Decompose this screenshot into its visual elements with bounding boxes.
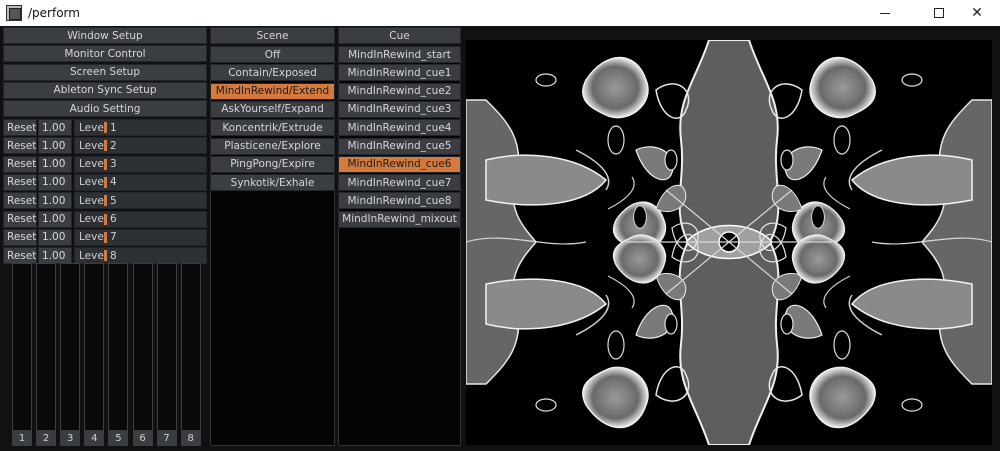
level-slider[interactable]: Level 8 — [74, 247, 207, 265]
audio-meter-label: 1 — [12, 431, 32, 446]
reset-button[interactable]: Reset — [3, 137, 37, 155]
window-title: /perform — [28, 6, 80, 20]
audio-meter — [12, 263, 32, 431]
audio-meter — [132, 263, 153, 431]
level-slider[interactable]: Level 6 — [74, 210, 207, 228]
level-slider-label: Level 1 — [79, 121, 117, 134]
level-slider[interactable]: Level 1 — [74, 119, 207, 136]
level-value-field[interactable]: 1.00 — [38, 192, 72, 210]
level-value-field[interactable]: 1.00 — [38, 173, 72, 191]
reset-button[interactable]: Reset — [3, 192, 37, 210]
scene-header: Scene — [210, 27, 335, 44]
level-slider-handle[interactable] — [104, 122, 107, 133]
reset-button[interactable]: Reset — [3, 228, 37, 246]
kaleidoscope-image — [466, 40, 992, 445]
level-slider-handle[interactable] — [104, 213, 107, 225]
ableton-sync-setup-button[interactable]: Ableton Sync Setup — [3, 81, 207, 99]
app-icon — [6, 5, 22, 21]
reset-button[interactable]: Reset — [3, 155, 37, 173]
scene-item-plasticene-explore[interactable]: Plasticene/Explore — [210, 137, 335, 155]
scene-item-askyourself-expand[interactable]: AskYourself/Expand — [210, 100, 335, 118]
reset-button[interactable]: Reset — [3, 210, 37, 228]
audio-meter — [156, 263, 177, 431]
close-button[interactable]: ✕ — [954, 0, 1000, 26]
cue-item-mindinrewind-cue4[interactable]: MindInRewind_cue4 — [338, 119, 461, 137]
level-slider-handle[interactable] — [104, 195, 107, 207]
level-slider-handle[interactable] — [104, 140, 107, 152]
level-slider[interactable]: Level 5 — [74, 192, 207, 210]
title-bar: /perform ✕ — [0, 0, 1000, 26]
cue-item-mindinrewind-cue3[interactable]: MindInRewind_cue3 — [338, 100, 461, 118]
close-icon: ✕ — [971, 5, 983, 21]
main-area: Window Setup Monitor Control Screen Setup A… — [0, 26, 1000, 451]
cue-item-mindinrewind-mixout[interactable]: MindInRewind_mixout — [338, 210, 461, 228]
window-setup-button[interactable]: Window Setup — [3, 27, 207, 44]
level-slider-label: Level 4 — [79, 176, 117, 189]
level-slider[interactable]: Level 3 — [74, 155, 207, 173]
level-value-field[interactable]: 1.00 — [38, 228, 72, 246]
cue-item-mindinrewind-cue6[interactable]: MindInRewind_cue6 — [338, 155, 461, 173]
audio-meter — [84, 263, 105, 431]
cue-item-mindinrewind-cue1[interactable]: MindInRewind_cue1 — [338, 64, 461, 82]
level-slider[interactable]: Level 2 — [74, 137, 207, 155]
cue-item-mindinrewind-cue5[interactable]: MindInRewind_cue5 — [338, 137, 461, 155]
level-slider-handle[interactable] — [104, 231, 107, 243]
level-slider[interactable]: Level 7 — [74, 228, 207, 246]
level-value-field[interactable]: 1.00 — [38, 119, 72, 136]
cue-item-mindinrewind-cue2[interactable]: MindInRewind_cue2 — [338, 82, 461, 100]
level-slider-label: Level 2 — [79, 139, 117, 152]
reset-button[interactable]: Reset — [3, 247, 37, 265]
level-value-field[interactable]: 1.00 — [38, 247, 72, 265]
reset-button[interactable]: Reset — [3, 173, 37, 191]
minimize-button[interactable] — [862, 0, 908, 26]
scene-item-koncentrik-extrude[interactable]: Koncentrik/Extrude — [210, 119, 335, 137]
scene-item-contain-exposed[interactable]: Contain/Exposed — [210, 64, 335, 82]
audio-meter — [108, 263, 129, 431]
level-slider-handle[interactable] — [104, 176, 107, 188]
audio-meter-label: 6 — [132, 431, 153, 446]
cue-header: Cue — [338, 27, 461, 44]
audio-meter-label: 7 — [156, 431, 177, 446]
level-slider-handle[interactable] — [104, 250, 107, 262]
audio-meter-label: 2 — [36, 431, 57, 446]
audio-setting-button[interactable]: Audio Setting — [3, 100, 207, 118]
audio-meter-label: 3 — [60, 431, 81, 446]
maximize-icon — [934, 8, 944, 18]
cue-item-mindinrewind-cue7[interactable]: MindInRewind_cue7 — [338, 174, 461, 192]
level-slider[interactable]: Level 4 — [74, 173, 207, 191]
reset-button[interactable]: Reset — [3, 119, 37, 136]
audio-meter-label: 5 — [108, 431, 129, 446]
audio-meter — [36, 263, 57, 431]
monitor-control-button[interactable]: Monitor Control — [3, 45, 207, 63]
scene-item-synkotik-exhale[interactable]: Synkotik/Exhale — [210, 174, 335, 192]
level-slider-label: Level 7 — [79, 231, 117, 244]
audio-meter — [60, 263, 81, 431]
audio-meter — [180, 263, 201, 431]
visual-output — [466, 40, 992, 445]
level-slider-label: Level 3 — [79, 158, 117, 171]
audio-meter-label: 8 — [180, 431, 201, 446]
level-slider-label: Level 8 — [79, 249, 117, 262]
level-slider-handle[interactable] — [104, 158, 107, 170]
scene-item-mindinrewind-extend[interactable]: MindInRewind/Extend — [210, 82, 335, 100]
cue-item-mindinrewind-start[interactable]: MindInRewind_start — [338, 46, 461, 63]
level-value-field[interactable]: 1.00 — [38, 137, 72, 155]
screen-setup-button[interactable]: Screen Setup — [3, 63, 207, 81]
audio-meter-label: 4 — [84, 431, 105, 446]
scene-item-pingpong-expire[interactable]: PingPong/Expire — [210, 155, 335, 173]
minimize-icon — [880, 12, 890, 14]
cue-item-mindinrewind-cue8[interactable]: MindInRewind_cue8 — [338, 192, 461, 210]
level-value-field[interactable]: 1.00 — [38, 155, 72, 173]
scene-item-off[interactable]: Off — [210, 46, 335, 63]
level-slider-label: Level 6 — [79, 213, 117, 225]
level-value-field[interactable]: 1.00 — [38, 210, 72, 228]
level-slider-label: Level 5 — [79, 194, 117, 207]
